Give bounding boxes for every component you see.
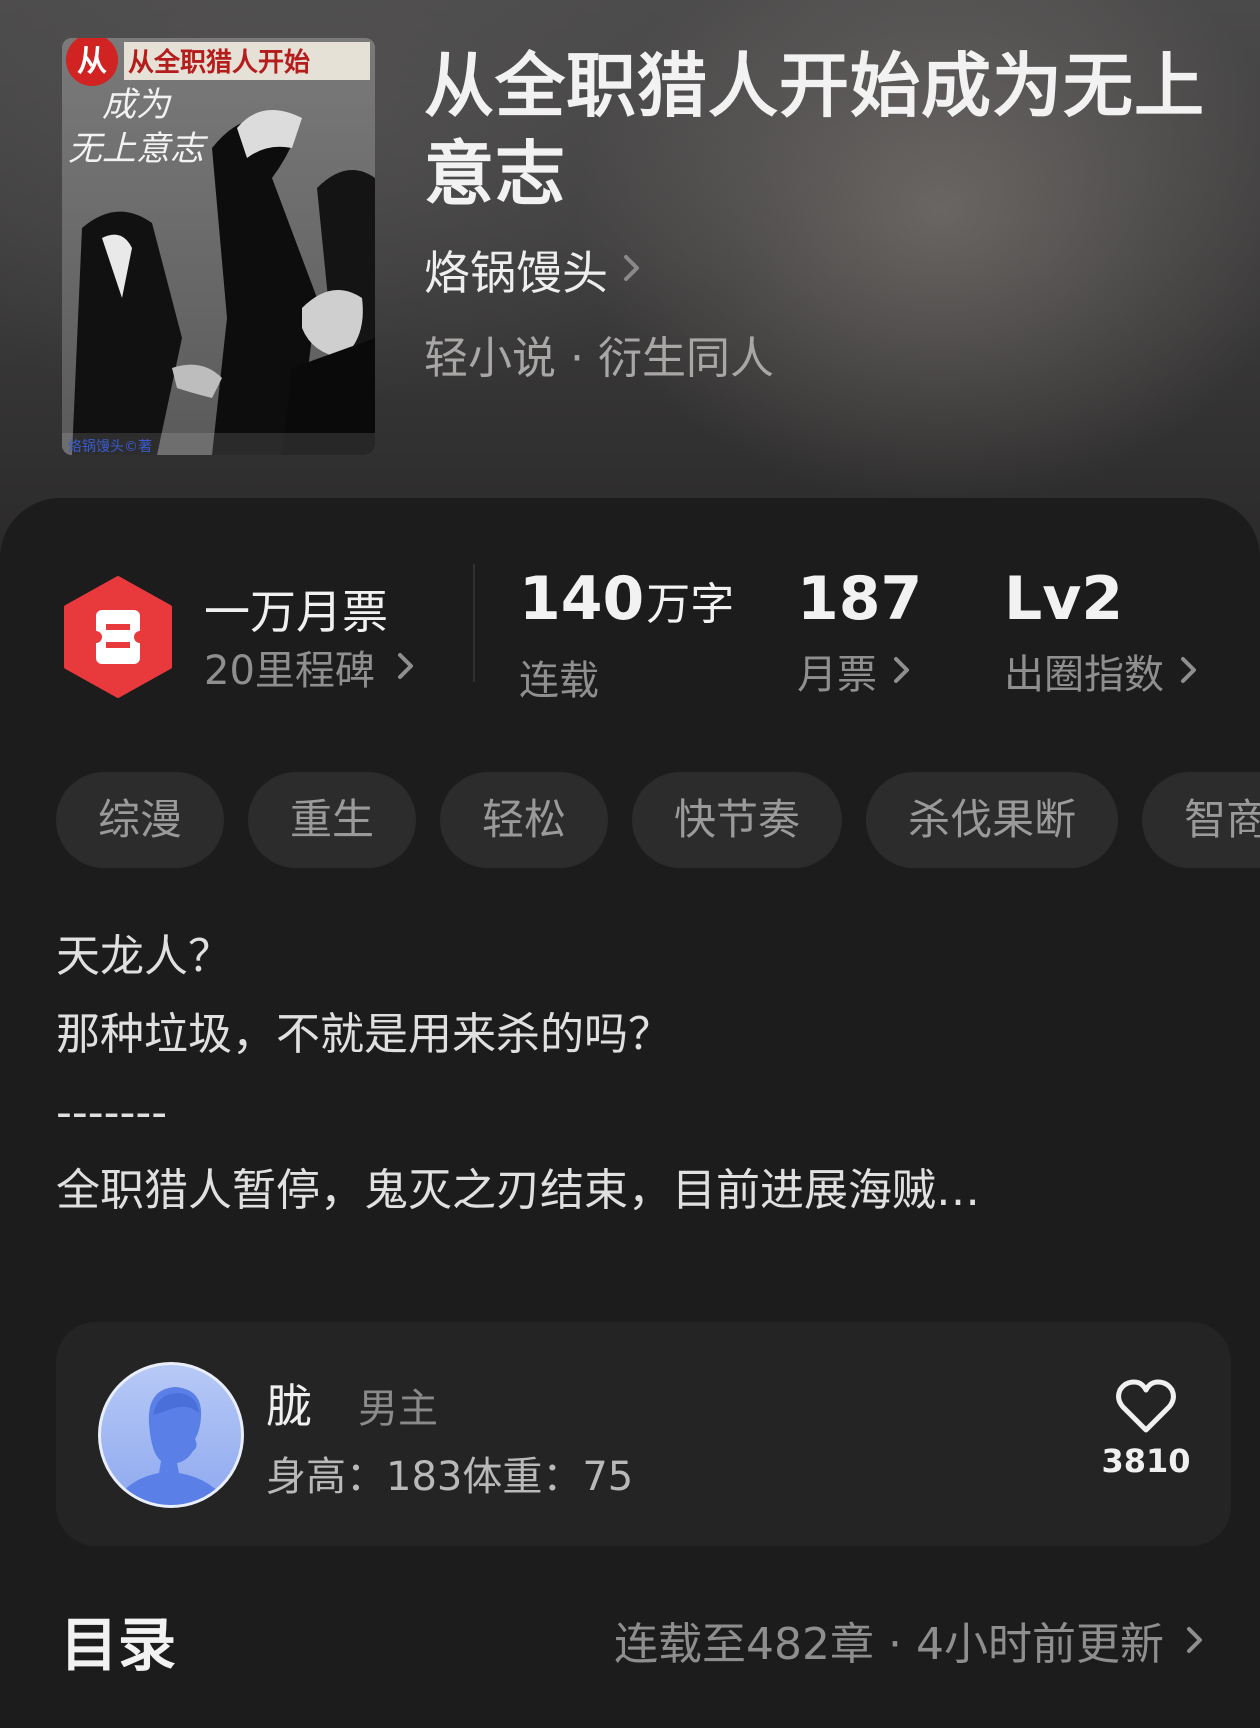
author-name: 烙锅馒头 <box>424 246 608 300</box>
chevron-right-icon <box>397 644 415 690</box>
monthly-votes-stat[interactable]: 187 月票 <box>797 564 922 700</box>
toc-title: 目录 <box>60 1611 177 1679</box>
svg-text:无上意志: 无上意志 <box>68 129 209 169</box>
honor-title: 一万月票 <box>204 585 388 639</box>
person-silhouette-icon <box>113 1387 229 1505</box>
cover-artwork: 从 从全职猎人开始 成为 无上意志 烙锅馒头©著 <box>62 38 375 455</box>
word-count-value: 140 <box>519 564 645 634</box>
popularity-index-stat[interactable]: Lv2 出圈指数 <box>1004 564 1198 700</box>
character-name: 胧 <box>266 1379 312 1433</box>
chevron-right-icon <box>893 648 911 694</box>
character-info: 身高：183体重：75 <box>266 1454 634 1500</box>
chevron-right-icon <box>622 253 642 287</box>
character-card[interactable]: 胧 男主 身高：183体重：75 3810 <box>56 1322 1231 1546</box>
tag-list: 综漫重生轻松快节奏杀伐果断智商在线 <box>56 772 1260 872</box>
book-title: 从全职猎人开始成为无上意志 <box>424 45 1205 215</box>
synopsis[interactable]: 天龙人？ 那种垃圾，不就是用来杀的吗？ ------- 全职猎人暂停，鬼灭之刃结… <box>56 918 1206 1230</box>
book-genre: 轻小说 · 衍生同人 <box>424 333 774 384</box>
serial-status-label: 连载 <box>519 658 599 704</box>
like-count: 3810 <box>1101 1442 1191 1480</box>
milestone-label: 20里程碑 <box>204 648 375 694</box>
svg-text:成为: 成为 <box>102 85 172 125</box>
chevron-right-icon <box>1180 648 1198 694</box>
popularity-index-label: 出圈指数 <box>1004 652 1164 698</box>
tag-chip[interactable]: 轻松 <box>440 772 609 868</box>
synopsis-line: 那种垃圾，不就是用来杀的吗？ <box>56 1009 672 1060</box>
book-detail-page: 从 从全职猎人开始 成为 无上意志 烙锅馒头©著 从全职猎人开始成为无上意志 烙… <box>0 0 1260 1728</box>
ticket-badge-icon <box>62 576 174 698</box>
heart-icon <box>1116 1379 1176 1433</box>
synopsis-line: ------- <box>56 1087 168 1138</box>
character-avatar <box>98 1362 244 1508</box>
word-count-stat: 140万字 连载 <box>519 564 734 706</box>
popularity-index-value: Lv2 <box>1004 564 1124 634</box>
milestone-link[interactable]: 20里程碑 <box>204 638 415 696</box>
svg-text:烙锅馒头©著: 烙锅馒头©著 <box>68 439 152 455</box>
like-button[interactable]: 3810 <box>1101 1378 1191 1480</box>
tag-chip[interactable]: 快节奏 <box>632 772 843 868</box>
synopsis-line: 天龙人？ <box>56 931 232 982</box>
tag-chip[interactable]: 智商在线 <box>1142 772 1260 868</box>
svg-text:从全职猎人开始: 从全职猎人开始 <box>128 47 310 78</box>
chevron-right-icon <box>1186 1615 1204 1666</box>
book-header: 从 从全职猎人开始 成为 无上意志 烙锅馒头©著 从全职猎人开始成为无上意志 烙… <box>0 0 1260 560</box>
monthly-votes-value: 187 <box>797 564 923 634</box>
update-status: 连载至482章 · 4小时前更新 <box>614 1619 1164 1670</box>
stats-divider <box>473 564 475 682</box>
table-of-contents-row[interactable]: 目录 连载至482章 · 4小时前更新 <box>56 1598 1204 1679</box>
tag-chip[interactable]: 重生 <box>248 772 417 868</box>
book-info-panel: 一万月票 20里程碑 140万字 连载 187 月票 Lv2 出圈指数 综漫 重… <box>0 498 1260 1728</box>
word-count-unit: 万字 <box>646 579 735 630</box>
monthly-votes-label: 月票 <box>797 652 877 698</box>
svg-text:从: 从 <box>77 44 107 79</box>
book-cover-image[interactable]: 从 从全职猎人开始 成为 无上意志 烙锅馒头©著 <box>62 38 375 455</box>
tag-chip[interactable]: 杀伐果断 <box>866 772 1119 868</box>
tag-chip[interactable]: 综漫 <box>56 772 225 868</box>
character-role: 男主 <box>358 1386 438 1432</box>
synopsis-line: 全职猎人暂停，鬼灭之刃结束，目前进展海贼… <box>56 1165 980 1216</box>
author-link[interactable]: 烙锅馒头 <box>424 240 642 300</box>
stats-row: 一万月票 20里程碑 140万字 连载 187 月票 Lv2 出圈指数 <box>0 498 1260 704</box>
